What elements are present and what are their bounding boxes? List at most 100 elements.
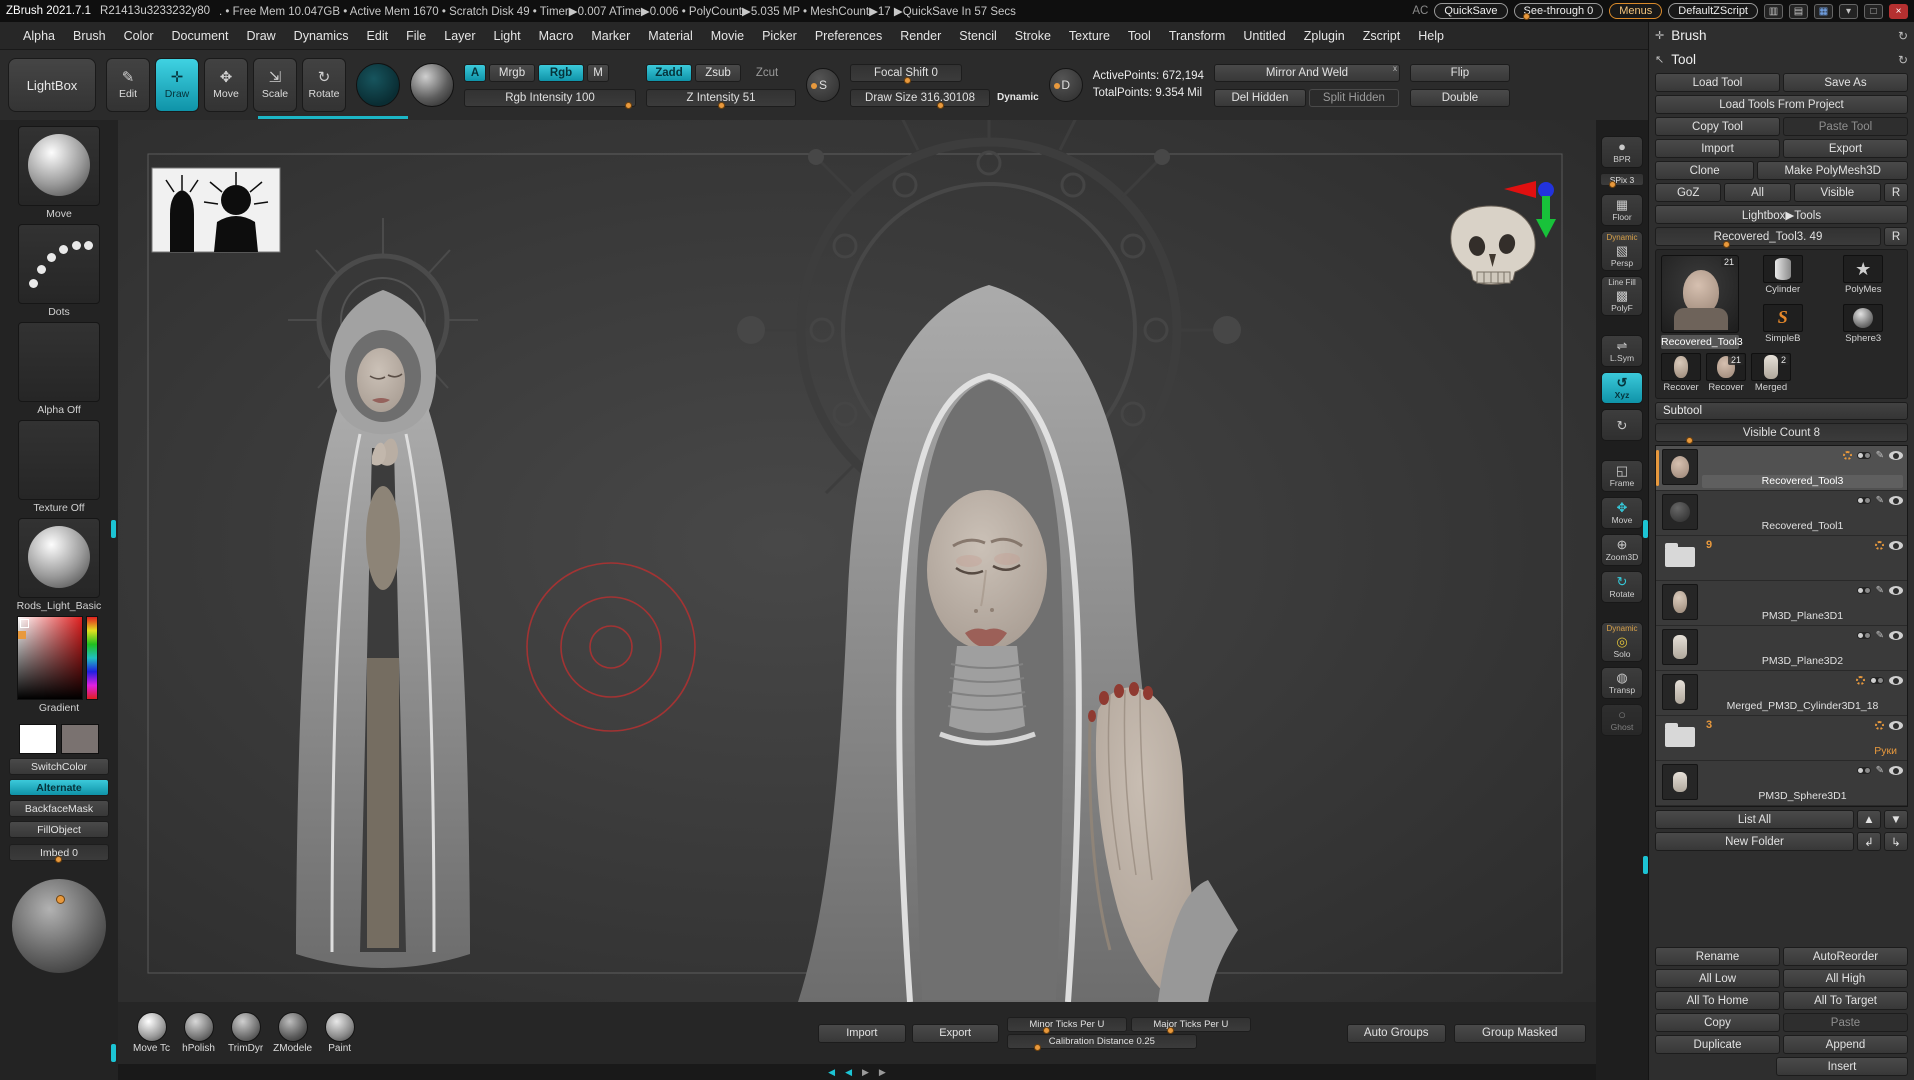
gear-icon[interactable] bbox=[1875, 721, 1884, 730]
stroke-preview-icon[interactable] bbox=[356, 63, 400, 107]
mrgb-toggle[interactable]: Mrgb bbox=[489, 63, 535, 82]
tool-item-polymesh-star[interactable]: ★ PolyMes bbox=[1825, 255, 1903, 301]
all-to-home-button[interactable]: All To Home bbox=[1655, 991, 1780, 1010]
visibility-eye-icon[interactable] bbox=[1889, 586, 1903, 595]
quick-brush-move[interactable]: Move Tc bbox=[128, 1012, 175, 1054]
all-to-target-button[interactable]: All To Target bbox=[1783, 991, 1908, 1010]
load-tool-button[interactable]: Load Tool bbox=[1655, 73, 1780, 92]
menu-texture[interactable]: Texture bbox=[1060, 29, 1119, 43]
polypaint-toggle-icon[interactable] bbox=[1856, 632, 1871, 639]
current-texture-thumbnail[interactable] bbox=[18, 420, 100, 500]
subtool-row-recovered-tool3[interactable]: ✎ Recovered_Tool3 bbox=[1656, 446, 1907, 491]
goz-r-button[interactable]: R bbox=[1884, 183, 1909, 202]
saturation-value-square[interactable] bbox=[17, 616, 83, 700]
mirror-and-weld-button[interactable]: Mirror And Weld x bbox=[1213, 63, 1400, 82]
folder-thumbnail[interactable] bbox=[1662, 539, 1698, 575]
menu-macro[interactable]: Macro bbox=[530, 29, 583, 43]
slider-handle[interactable] bbox=[1686, 437, 1694, 444]
sculpt-brush-icon[interactable]: ✎ bbox=[1876, 450, 1884, 461]
material-preview-icon[interactable] bbox=[410, 63, 454, 107]
major-ticks-slider[interactable]: Major Ticks Per U bbox=[1130, 1017, 1251, 1034]
rgb-intensity-slider[interactable]: Rgb Intensity 100 bbox=[464, 88, 636, 109]
tool-item-sphere3d[interactable]: Sphere3 bbox=[1825, 303, 1903, 350]
picker-orientation-sphere[interactable] bbox=[12, 879, 106, 973]
subtool-folder-row-ruki[interactable]: 3 Руки bbox=[1656, 716, 1907, 761]
autoreorder-button[interactable]: AutoReorder bbox=[1783, 947, 1908, 966]
tool-palette-header[interactable]: ↖ Tool ↻ bbox=[1655, 49, 1908, 70]
slider-handle[interactable] bbox=[624, 101, 632, 109]
hue-strip[interactable] bbox=[86, 616, 98, 700]
focal-shift-dial[interactable]: S bbox=[806, 68, 840, 102]
menu-zscript[interactable]: Zscript bbox=[1354, 29, 1410, 43]
all-low-button[interactable]: All Low bbox=[1655, 969, 1780, 988]
viewport-canvas[interactable] bbox=[118, 120, 1596, 1002]
all-high-button[interactable]: All High bbox=[1783, 969, 1908, 988]
slider-handle[interactable] bbox=[1522, 13, 1530, 20]
frame-button[interactable]: ◱ Frame bbox=[1601, 460, 1643, 492]
floor-grid-button[interactable]: ▦ Floor bbox=[1601, 194, 1643, 226]
subtool-row-plane3d1[interactable]: ✎ PM3D_Plane3D1 bbox=[1656, 581, 1907, 626]
subtool-thumbnail[interactable] bbox=[1662, 629, 1698, 665]
draw-mode-button[interactable]: ✛ Draw bbox=[155, 58, 199, 112]
menu-picker[interactable]: Picker bbox=[753, 29, 806, 43]
slider-handle[interactable] bbox=[936, 101, 944, 109]
mirror-axis-x[interactable]: x bbox=[1393, 64, 1397, 73]
tool-r-button[interactable]: R bbox=[1884, 227, 1908, 246]
quicksave-button[interactable]: QuickSave bbox=[1434, 3, 1508, 19]
ghost-button[interactable]: ○ Ghost bbox=[1601, 704, 1643, 736]
current-material-thumbnail[interactable] bbox=[18, 518, 100, 598]
slider-handle[interactable] bbox=[1043, 1027, 1051, 1034]
left-divider-handle[interactable] bbox=[111, 1044, 116, 1062]
see-through-slider[interactable]: See-through 0 bbox=[1513, 3, 1604, 20]
new-folder-button[interactable]: New Folder bbox=[1655, 832, 1854, 851]
focal-shift-slider[interactable]: Focal Shift 0 bbox=[850, 63, 962, 84]
sculpt-brush-icon[interactable]: ✎ bbox=[1876, 630, 1884, 641]
goz-all-button[interactable]: All bbox=[1724, 183, 1791, 202]
menu-stroke[interactable]: Stroke bbox=[1006, 29, 1060, 43]
zadd-toggle[interactable]: Zadd bbox=[646, 63, 692, 82]
menu-transform[interactable]: Transform bbox=[1160, 29, 1235, 43]
make-polymesh3d-button[interactable]: Make PolyMesh3D bbox=[1757, 161, 1908, 180]
move-up-button[interactable]: ▲ bbox=[1857, 810, 1881, 829]
menu-dynamics[interactable]: Dynamics bbox=[285, 29, 358, 43]
rgb-toggle[interactable]: Rgb bbox=[538, 63, 584, 82]
backface-mask-button[interactable]: BackfaceMask bbox=[9, 800, 109, 817]
refresh-icon[interactable]: ↻ bbox=[1898, 29, 1908, 43]
insert-button[interactable]: Insert bbox=[1776, 1057, 1908, 1076]
imbed-slider[interactable]: Imbed 0 bbox=[9, 844, 109, 863]
maximize-icon[interactable]: □ bbox=[1864, 3, 1883, 19]
menu-brush[interactable]: Brush bbox=[64, 29, 115, 43]
menu-preferences[interactable]: Preferences bbox=[806, 29, 891, 43]
menu-file[interactable]: File bbox=[397, 29, 435, 43]
gear-icon[interactable] bbox=[1856, 676, 1865, 685]
menu-color[interactable]: Color bbox=[115, 29, 163, 43]
import-tool-button[interactable]: Import bbox=[1655, 139, 1780, 158]
visibility-eye-icon[interactable] bbox=[1889, 496, 1903, 505]
main-color-swatch[interactable] bbox=[19, 724, 57, 754]
menu-render[interactable]: Render bbox=[891, 29, 950, 43]
color-picker[interactable] bbox=[17, 616, 101, 700]
m-toggle[interactable]: M bbox=[587, 63, 609, 82]
dynamic-dial[interactable]: D bbox=[1048, 68, 1083, 102]
local-symmetry-button[interactable]: ⇌ L.Sym bbox=[1601, 335, 1643, 367]
tool-item-simplebrush[interactable]: S SimpleB bbox=[1744, 303, 1822, 350]
layout-bars-icon[interactable]: ▥ bbox=[1764, 3, 1783, 19]
slider-handle[interactable] bbox=[55, 856, 63, 863]
refresh-icon[interactable]: ↻ bbox=[1898, 53, 1908, 67]
slider-handle[interactable] bbox=[903, 76, 911, 84]
export-button[interactable]: Export bbox=[911, 1023, 999, 1043]
paste-tool-button[interactable]: Paste Tool bbox=[1783, 117, 1908, 136]
subtool-section-header[interactable]: Subtool bbox=[1655, 402, 1908, 420]
gradient-label[interactable]: Gradient bbox=[39, 702, 79, 714]
visible-count-slider[interactable]: Visible Count 8 bbox=[1655, 423, 1908, 444]
menu-alpha[interactable]: Alpha bbox=[14, 29, 64, 43]
right-divider-handle[interactable] bbox=[1643, 856, 1648, 874]
transparency-button[interactable]: ◍ Transp bbox=[1601, 667, 1643, 699]
switch-color-button[interactable]: SwitchColor bbox=[9, 758, 109, 775]
scroll-right-icon[interactable]: ▶ bbox=[862, 1067, 869, 1078]
slider-handle[interactable] bbox=[1609, 181, 1617, 188]
slider-handle[interactable] bbox=[1034, 1044, 1042, 1051]
menu-tool[interactable]: Tool bbox=[1119, 29, 1160, 43]
polypaint-toggle-icon[interactable] bbox=[1856, 767, 1871, 774]
quick-brush-zmodeler[interactable]: ZModele bbox=[269, 1012, 316, 1054]
